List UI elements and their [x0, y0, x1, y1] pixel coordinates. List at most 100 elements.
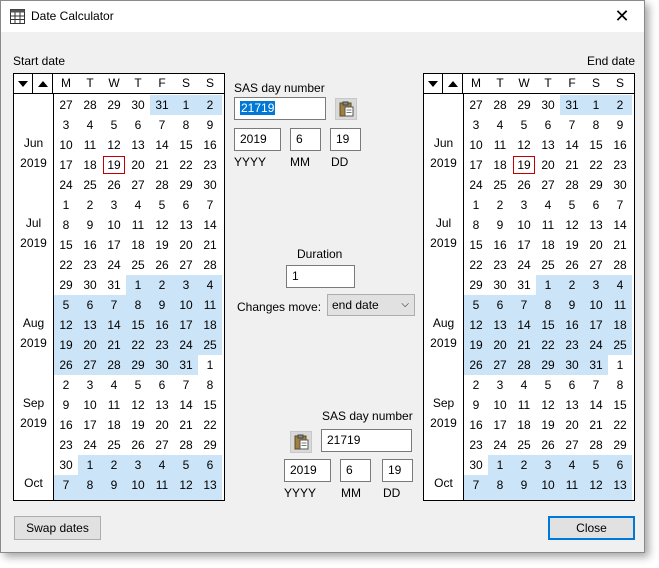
day-cell[interactable]: 16	[198, 135, 222, 155]
day-cell[interactable]: 5	[150, 195, 174, 215]
day-cell[interactable]: 30	[78, 275, 102, 295]
day-cell[interactable]: 4	[560, 455, 584, 475]
close-button[interactable]: Close	[548, 516, 635, 540]
day-cell[interactable]: 27	[536, 175, 560, 195]
day-cell[interactable]: 26	[560, 255, 584, 275]
day-cell[interactable]: 9	[54, 395, 78, 415]
start-dd-input[interactable]: 19	[330, 128, 361, 151]
day-cell[interactable]: 20	[584, 235, 608, 255]
end-paste-button[interactable]	[290, 431, 312, 453]
day-cell[interactable]: 13	[536, 135, 560, 155]
day-cell[interactable]: 21	[608, 235, 632, 255]
day-cell[interactable]: 1	[174, 95, 198, 115]
day-cell[interactable]: 14	[174, 395, 198, 415]
day-cell[interactable]: 1	[488, 455, 512, 475]
day-cell[interactable]: 24	[78, 435, 102, 455]
day-cell[interactable]: 25	[512, 435, 536, 455]
day-cell[interactable]: 22	[464, 255, 488, 275]
day-cell[interactable]: 26	[102, 175, 126, 195]
day-cell[interactable]: 1	[78, 455, 102, 475]
day-cell[interactable]: 28	[584, 435, 608, 455]
day-cell[interactable]: 30	[464, 455, 488, 475]
day-cell[interactable]: 7	[512, 295, 536, 315]
day-cell[interactable]: 25	[536, 255, 560, 275]
day-cell[interactable]: 8	[536, 295, 560, 315]
day-cell[interactable]: 20	[126, 155, 150, 175]
day-cell[interactable]: 5	[536, 375, 560, 395]
day-cell[interactable]: 18	[150, 495, 174, 500]
day-cell[interactable]: 23	[488, 255, 512, 275]
day-cell[interactable]: 29	[584, 175, 608, 195]
day-cell[interactable]: 5	[560, 195, 584, 215]
day-cell[interactable]: 4	[536, 195, 560, 215]
day-cell[interactable]: 2	[608, 95, 632, 115]
day-cell[interactable]: 11	[150, 475, 174, 495]
day-cell[interactable]: 22	[608, 415, 632, 435]
day-cell[interactable]: 28	[560, 175, 584, 195]
day-cell[interactable]: 9	[512, 475, 536, 495]
day-cell[interactable]: 7	[174, 375, 198, 395]
day-cell[interactable]: 9	[102, 475, 126, 495]
day-cell[interactable]: 17	[536, 495, 560, 500]
day-cell[interactable]: 30	[54, 455, 78, 475]
day-cell[interactable]: 3	[464, 115, 488, 135]
day-cell[interactable]: 18	[198, 315, 222, 335]
day-cell[interactable]: 29	[198, 435, 222, 455]
day-cell[interactable]: 22	[536, 335, 560, 355]
day-cell[interactable]: 18	[102, 415, 126, 435]
day-cell[interactable]: 31	[150, 95, 174, 115]
day-cell[interactable]: 3	[512, 195, 536, 215]
day-cell[interactable]: 8	[464, 215, 488, 235]
day-cell[interactable]: 7	[54, 475, 78, 495]
day-cell[interactable]: 27	[560, 435, 584, 455]
day-cell[interactable]: 28	[174, 435, 198, 455]
day-cell[interactable]: 23	[608, 155, 632, 175]
day-cell[interactable]: 21	[584, 415, 608, 435]
day-cell[interactable]: 13	[608, 475, 632, 495]
day-cell[interactable]: 22	[198, 415, 222, 435]
day-cell[interactable]: 15	[608, 395, 632, 415]
day-cell[interactable]: 4	[512, 375, 536, 395]
day-cell[interactable]: 24	[464, 175, 488, 195]
day-cell[interactable]: 6	[174, 195, 198, 215]
day-cell[interactable]: 25	[102, 435, 126, 455]
day-cell[interactable]: 14	[54, 495, 78, 500]
day-cell[interactable]: 10	[536, 475, 560, 495]
day-cell[interactable]: 28	[78, 95, 102, 115]
day-cell[interactable]: 31	[560, 95, 584, 115]
day-cell[interactable]: 4	[150, 455, 174, 475]
day-cell[interactable]: 11	[78, 135, 102, 155]
day-cell[interactable]: 26	[536, 435, 560, 455]
day-cell[interactable]: 3	[488, 375, 512, 395]
duration-input[interactable]: 1	[286, 265, 355, 288]
day-cell[interactable]: 16	[512, 495, 536, 500]
day-cell[interactable]: 18	[560, 495, 584, 500]
day-cell[interactable]: 26	[464, 355, 488, 375]
day-cell[interactable]: 2	[150, 275, 174, 295]
day-cell[interactable]: 16	[608, 135, 632, 155]
day-cell[interactable]: 8	[198, 375, 222, 395]
day-cell[interactable]: 19	[126, 415, 150, 435]
day-cell[interactable]: 13	[198, 475, 222, 495]
day-cell[interactable]: 12	[126, 395, 150, 415]
day-cell[interactable]: 12	[464, 315, 488, 335]
day-cell[interactable]: 9	[198, 115, 222, 135]
day-cell[interactable]: 24	[512, 255, 536, 275]
day-cell[interactable]: 29	[536, 355, 560, 375]
day-cell[interactable]: 9	[560, 295, 584, 315]
day-cell[interactable]: 2	[464, 375, 488, 395]
day-cell[interactable]: 10	[584, 295, 608, 315]
day-cell[interactable]: 12	[560, 215, 584, 235]
day-cell[interactable]: 16	[488, 235, 512, 255]
day-cell[interactable]: 31	[174, 355, 198, 375]
day-cell[interactable]: 24	[174, 335, 198, 355]
day-cell[interactable]: 30	[560, 355, 584, 375]
day-cell[interactable]: 21	[102, 335, 126, 355]
day-cell[interactable]: 13	[560, 395, 584, 415]
day-cell[interactable]: 9	[488, 215, 512, 235]
day-cell[interactable]: 29	[102, 95, 126, 115]
day-cell[interactable]: 19	[584, 495, 608, 500]
day-cell[interactable]: 12	[150, 215, 174, 235]
day-cell[interactable]: 6	[78, 295, 102, 315]
close-x-icon[interactable]: ✕	[610, 5, 634, 27]
